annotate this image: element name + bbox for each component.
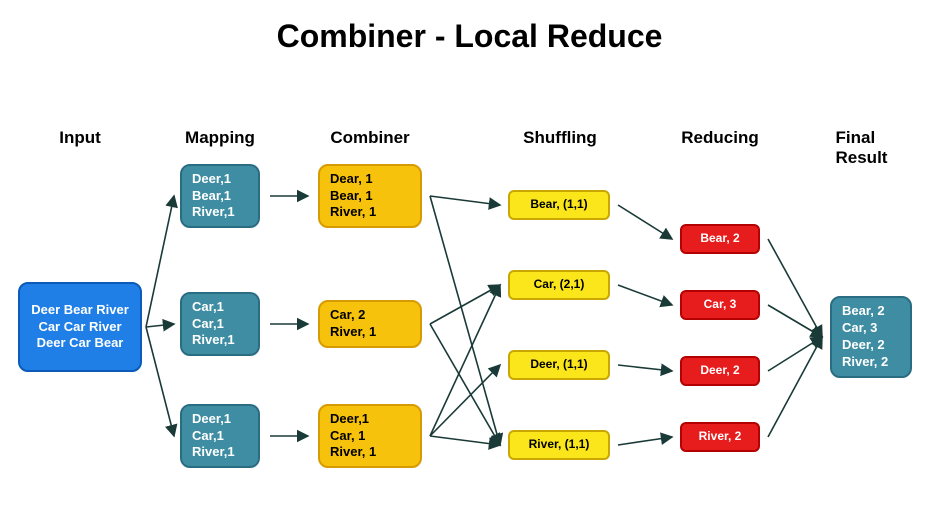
reducing-box-0-line: Bear, 2 — [700, 231, 739, 247]
shuffling-box-0-line: Bear, (1,1) — [530, 197, 587, 213]
input-box-line: Car Car River — [38, 319, 121, 336]
mapping-box-0-line: River,1 — [192, 204, 235, 221]
col-header-input: Input — [59, 128, 101, 148]
combiner-box-1-line: River, 1 — [330, 324, 376, 341]
mapping-box-2-line: Car,1 — [192, 428, 224, 445]
final-result-box-line: River, 2 — [842, 354, 888, 371]
arrow — [768, 337, 822, 437]
combiner-box-2: Deer,1Car, 1River, 1 — [318, 404, 422, 468]
arrow — [768, 239, 822, 337]
mapping-box-1-line: Car,1 — [192, 299, 224, 316]
combiner-box-2-line: Deer,1 — [330, 411, 369, 428]
combiner-box-1-line: Car, 2 — [330, 307, 365, 324]
final-result-box-line: Bear, 2 — [842, 303, 885, 320]
reducing-box-3-line: River, 2 — [699, 429, 742, 445]
reducing-box-2: Deer, 2 — [680, 356, 760, 386]
arrow — [618, 365, 672, 371]
shuffling-box-3: River, (1,1) — [508, 430, 610, 460]
combiner-box-0: Dear, 1Bear, 1River, 1 — [318, 164, 422, 228]
input-box-line: Deer Bear River — [31, 302, 129, 319]
reducing-box-1-line: Car, 3 — [704, 297, 737, 313]
shuffling-box-2: Deer, (1,1) — [508, 350, 610, 380]
arrow — [430, 436, 500, 445]
shuffling-box-1-line: Car, (2,1) — [534, 277, 585, 293]
final-result-box: Bear, 2Car, 3Deer, 2River, 2 — [830, 296, 912, 378]
arrow — [430, 324, 500, 445]
arrow-layer — [0, 0, 939, 527]
final-result-box-line: Car, 3 — [842, 320, 877, 337]
arrow — [430, 285, 500, 436]
arrow — [430, 365, 500, 436]
shuffling-box-0: Bear, (1,1) — [508, 190, 610, 220]
col-header-combiner: Combiner — [330, 128, 409, 148]
arrow — [618, 437, 672, 445]
combiner-box-0-line: Bear, 1 — [330, 188, 373, 205]
input-box-line: Deer Car Bear — [37, 335, 124, 352]
col-header-final: Final Result — [836, 128, 905, 168]
mapping-box-1-line: River,1 — [192, 332, 235, 349]
mapping-box-2: Deer,1Car,1River,1 — [180, 404, 260, 468]
combiner-box-0-line: River, 1 — [330, 204, 376, 221]
mapping-box-2-line: Deer,1 — [192, 411, 231, 428]
arrow — [618, 205, 672, 239]
shuffling-box-3-line: River, (1,1) — [529, 437, 590, 453]
mapping-box-1: Car,1Car,1River,1 — [180, 292, 260, 356]
shuffling-box-1: Car, (2,1) — [508, 270, 610, 300]
arrow — [146, 196, 174, 327]
arrow — [430, 285, 500, 324]
shuffling-box-2-line: Deer, (1,1) — [530, 357, 587, 373]
arrow — [618, 285, 672, 305]
combiner-box-1: Car, 2River, 1 — [318, 300, 422, 348]
arrow — [768, 305, 822, 337]
col-header-shuffling: Shuffling — [523, 128, 597, 148]
reducing-box-1: Car, 3 — [680, 290, 760, 320]
col-header-mapping: Mapping — [185, 128, 255, 148]
combiner-box-0-line: Dear, 1 — [330, 171, 373, 188]
arrow — [430, 196, 500, 445]
reducing-box-0: Bear, 2 — [680, 224, 760, 254]
col-header-reducing: Reducing — [681, 128, 758, 148]
arrow — [146, 324, 174, 327]
mapping-box-1-line: Car,1 — [192, 316, 224, 333]
final-result-box-line: Deer, 2 — [842, 337, 885, 354]
input-box: Deer Bear RiverCar Car RiverDeer Car Bea… — [18, 282, 142, 372]
reducing-box-3: River, 2 — [680, 422, 760, 452]
combiner-box-2-line: River, 1 — [330, 444, 376, 461]
arrow — [430, 196, 500, 205]
diagram-title: Combiner - Local Reduce — [0, 18, 939, 55]
mapping-box-2-line: River,1 — [192, 444, 235, 461]
mapping-box-0-line: Deer,1 — [192, 171, 231, 188]
mapping-box-0: Deer,1Bear,1River,1 — [180, 164, 260, 228]
mapping-box-0-line: Bear,1 — [192, 188, 231, 205]
combiner-box-2-line: Car, 1 — [330, 428, 365, 445]
arrow — [768, 337, 822, 371]
arrow — [146, 327, 174, 436]
reducing-box-2-line: Deer, 2 — [700, 363, 739, 379]
